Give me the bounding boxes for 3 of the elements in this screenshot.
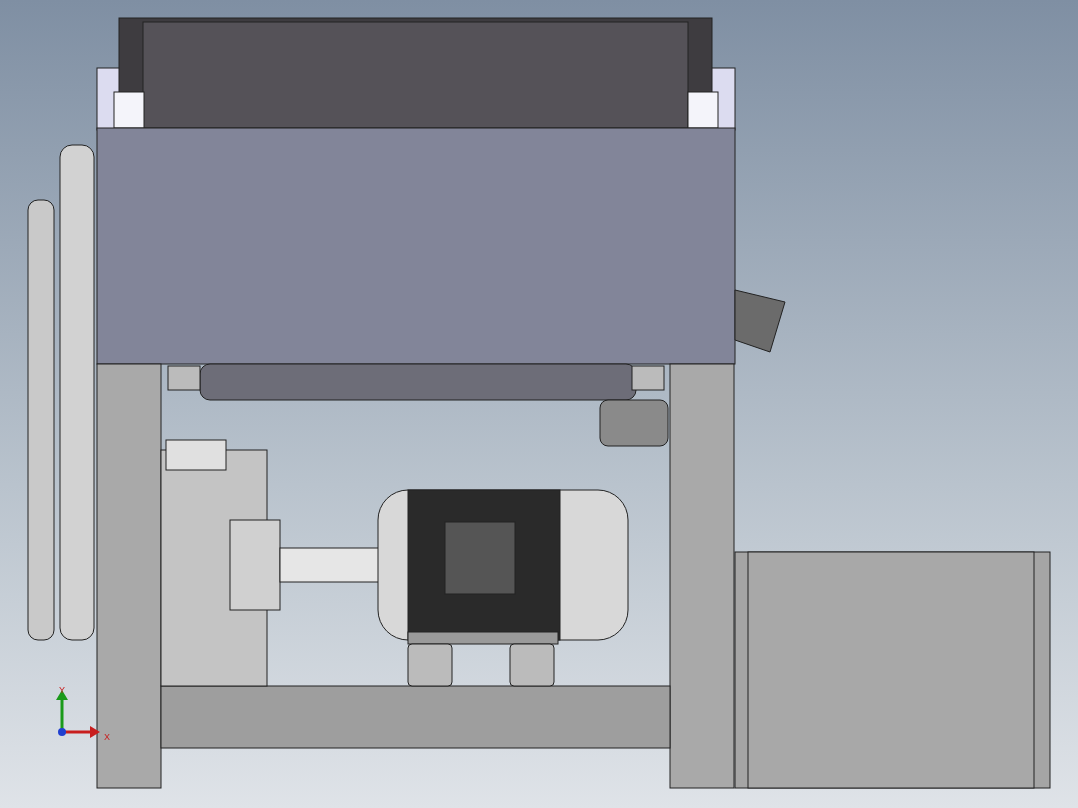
axis-label: Y <box>59 686 65 695</box>
axis-label: X <box>104 733 110 742</box>
origin-icon <box>58 728 66 736</box>
